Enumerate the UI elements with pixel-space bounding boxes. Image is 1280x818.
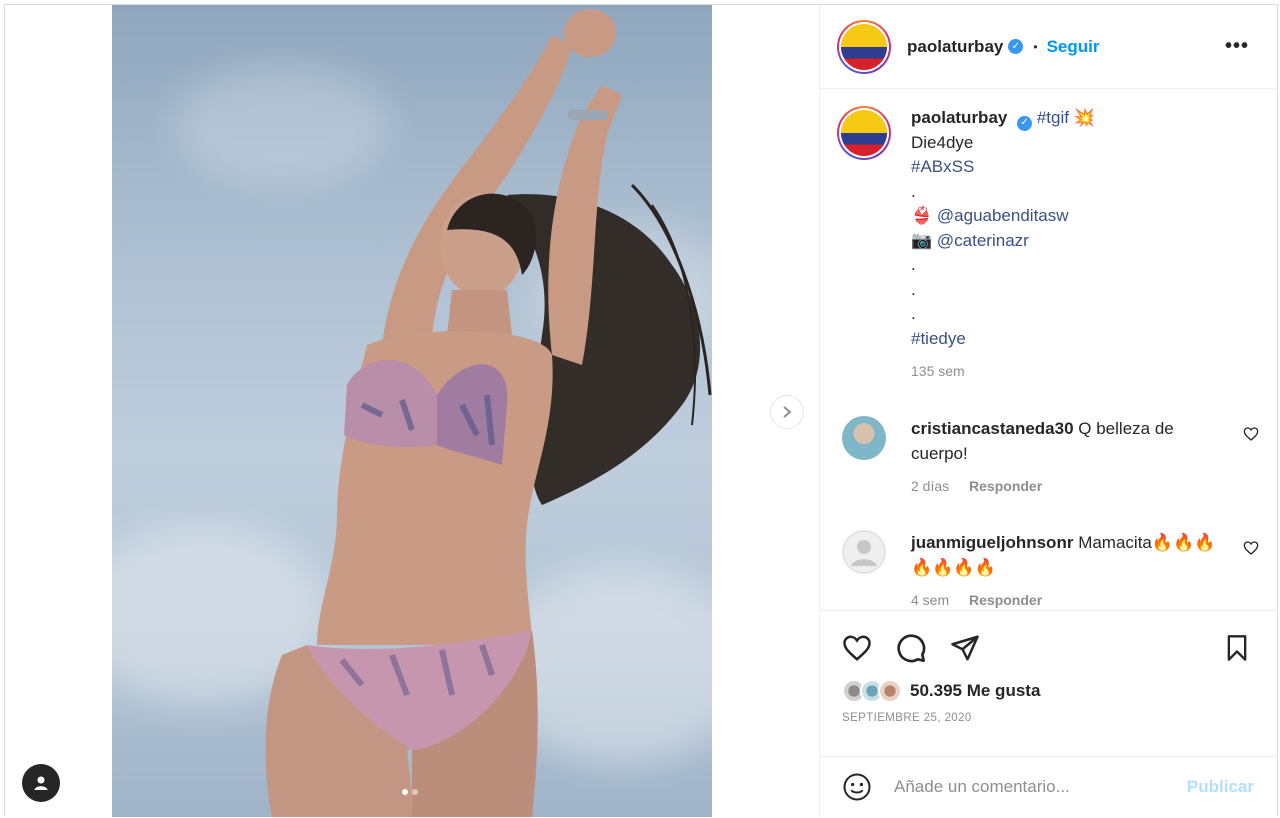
caption-line: Die4dye [911,132,974,152]
carousel-dot-1 [402,789,408,795]
likes-summary[interactable]: 50.395 Me gusta [842,679,1040,703]
bikini-emoji: 👙 [911,206,933,226]
chevron-right-icon [783,406,792,418]
reply-button[interactable]: Responder [969,592,1042,608]
follow-button[interactable]: Seguir [1047,37,1100,57]
default-user-icon [842,530,886,574]
carousel-dots [402,789,418,795]
caption-dot: . [911,279,916,299]
caption-dot: . [911,181,916,201]
comment-bubble-icon[interactable] [894,631,928,665]
commenter-avatar[interactable] [842,530,886,574]
liker-avatar [878,679,902,703]
add-comment-bar: Publicar [820,756,1278,817]
post-header: paolaturbay ✓ • Seguir ••• [820,5,1277,89]
comment-like-heart-icon[interactable] [1243,540,1259,560]
post-date[interactable]: SEPTIEMBRE 25, 2020 [842,712,972,724]
caption-dot: . [911,255,916,275]
reply-button[interactable]: Responder [969,478,1042,494]
post-sidebar: paolaturbay ✓ • Seguir ••• paolaturbay ✓… [819,5,1278,817]
tagged-users-button[interactable] [22,764,60,802]
post-actions: 50.395 Me gusta SEPTIEMBRE 25, 2020 [820,610,1278,756]
emoji-smiley-icon[interactable] [840,770,874,804]
author-avatar[interactable] [837,19,891,74]
caption-author-avatar[interactable] [837,106,891,160]
commenter-avatar[interactable] [842,416,886,460]
post-photo[interactable] [112,5,712,817]
more-dots-icon[interactable]: ••• [1225,35,1249,58]
verified-badge-icon: ✓ [1008,39,1024,54]
comment-username[interactable]: cristiancastaneda30 [911,419,1074,438]
comment-item: cristiancastaneda30 Q belleza de cuerpo!… [837,416,1261,499]
mention-aguabenditasw-link[interactable]: @aguabenditasw [937,206,1069,225]
header-separator: • [1033,39,1038,54]
comment-input[interactable] [894,777,1174,797]
colombia-flag-avatar-image [841,110,887,156]
caption-body: paolaturbay ✓ #tgif 💥 Die4dye #ABxSS . 👙… [911,106,1095,384]
camera-emoji: 📷 [911,230,933,250]
caption: paolaturbay ✓ #tgif 💥 Die4dye #ABxSS . 👙… [820,90,1278,384]
likes-count[interactable]: 50.395 Me gusta [910,681,1040,701]
save-bookmark-icon[interactable] [1220,631,1254,665]
carousel-dot-2 [412,789,418,795]
comment-like-heart-icon[interactable] [1243,426,1259,446]
comments-list[interactable]: paolaturbay ✓ #tgif 💥 Die4dye #ABxSS . 👙… [820,90,1278,610]
author-username[interactable]: paolaturbay [907,37,1003,57]
next-slide-button[interactable] [770,395,804,429]
mention-caterinazr-link[interactable]: @caterinazr [937,231,1029,250]
publish-button[interactable]: Publicar [1187,777,1254,797]
verified-badge-icon: ✓ [1017,115,1033,131]
woman-figure-illustration [265,9,712,817]
comment-time[interactable]: 4 sem [911,592,949,608]
hashtag-tgif-link[interactable]: #tgif [1037,108,1069,127]
caption-time[interactable]: 135 sem [911,363,965,379]
hashtag-tiedye-link[interactable]: #tiedye [911,327,1095,352]
comment-username[interactable]: juanmigueljohnsonr [911,533,1073,552]
share-paper-plane-icon[interactable] [948,631,982,665]
caption-username[interactable]: paolaturbay [911,108,1007,127]
caption-dot: . [911,304,916,324]
user-icon [34,776,48,790]
collision-emoji: 💥 [1073,108,1095,127]
like-heart-icon[interactable] [840,631,874,665]
hashtag-abxss-link[interactable]: #ABxSS [911,155,1095,180]
comment-item: juanmigueljohnsonr Mamacita🔥🔥🔥🔥🔥🔥🔥 4 sem… [837,530,1261,610]
colombia-flag-avatar-image [841,23,887,70]
comment-time[interactable]: 2 días [911,478,949,494]
